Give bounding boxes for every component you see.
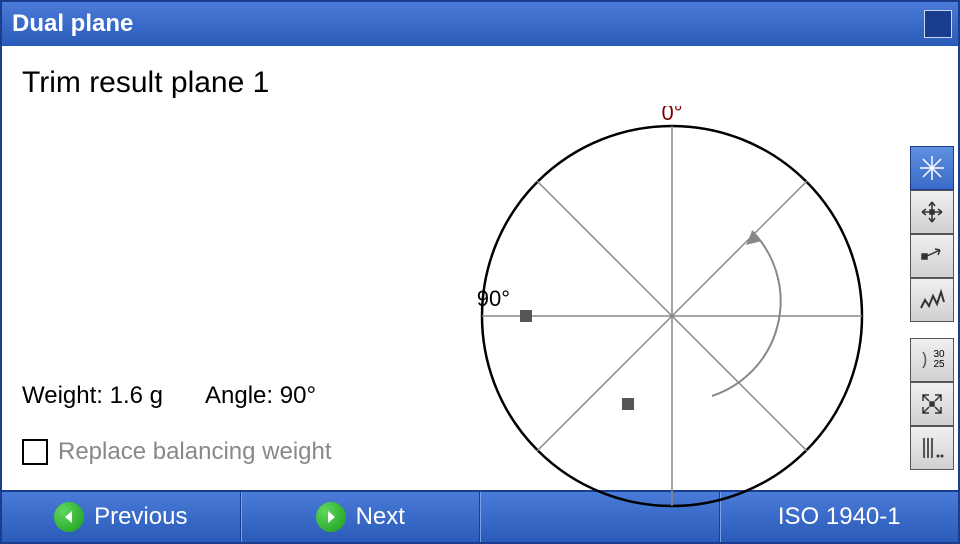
- collapse-icon[interactable]: [910, 382, 954, 426]
- next-button[interactable]: Next: [241, 492, 481, 542]
- page-title: Trim result plane 1: [22, 66, 958, 100]
- vector-icon[interactable]: [910, 234, 954, 278]
- titlebar: Dual plane: [2, 2, 958, 46]
- content-area: Trim result plane 1 Weight: 1.6 g Angle:…: [2, 46, 958, 490]
- rotation-arrow-icon: [712, 231, 781, 396]
- previous-button[interactable]: Previous: [2, 492, 241, 542]
- polar-label-0: 0°: [661, 106, 682, 125]
- polar-label-90: 90°: [477, 286, 510, 311]
- arrow-left-icon: [54, 502, 84, 532]
- replace-label: Replace balancing weight: [58, 438, 332, 466]
- arrow-right-icon: [316, 502, 346, 532]
- move-icon[interactable]: [910, 190, 954, 234]
- weight-value: 1.6 g: [110, 382, 163, 409]
- window-title: Dual plane: [12, 10, 133, 38]
- replace-weight-row[interactable]: Replace balancing weight: [22, 438, 332, 466]
- weight-marker-secondary: [622, 398, 634, 410]
- angle-value: 90°: [280, 382, 316, 409]
- previous-label: Previous: [94, 503, 187, 531]
- replace-checkbox[interactable]: [22, 439, 48, 465]
- spline-icon[interactable]: [910, 278, 954, 322]
- weight-label: Weight:: [22, 382, 103, 409]
- polar-plot: 0° 90°: [462, 106, 882, 526]
- options-icon[interactable]: [910, 426, 954, 470]
- angle-label: Angle:: [205, 382, 273, 409]
- view-toolbar: 3025: [910, 146, 954, 470]
- polar-view-icon[interactable]: [910, 146, 954, 190]
- result-metrics: Weight: 1.6 g Angle: 90°: [22, 382, 316, 410]
- next-label: Next: [356, 503, 405, 531]
- weight-marker-90: [520, 310, 532, 322]
- angle-3025-icon[interactable]: 3025: [910, 338, 954, 382]
- close-icon[interactable]: [924, 10, 952, 38]
- rotation-arrowhead-icon: [746, 231, 762, 245]
- app-window: Dual plane Trim result plane 1 Weight: 1…: [0, 0, 960, 544]
